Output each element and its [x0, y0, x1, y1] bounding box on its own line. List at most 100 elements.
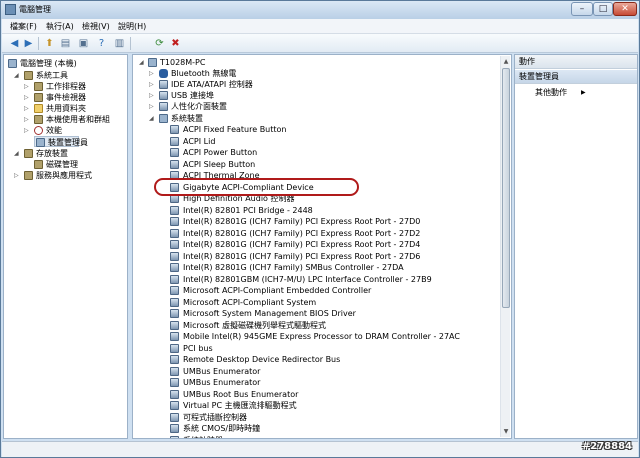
uninstall-icon[interactable]: ✖: [169, 37, 182, 50]
system-device-icon: [170, 274, 179, 284]
expand-arrow-icon[interactable]: ▷: [24, 92, 29, 103]
properties-icon[interactable]: ▣: [77, 37, 90, 50]
device-label: UMBus Root Bus Enumerator: [183, 389, 299, 399]
device-label: Microsoft System Management BIOS Driver: [183, 309, 356, 318]
device-label: ACPI Lid: [183, 136, 216, 146]
device-label: 可程式插斷控制器: [183, 412, 247, 422]
system-device-icon: [170, 332, 179, 341]
actions-pane: 動作 裝置管理員 其他動作 ▶: [514, 54, 638, 439]
navigation-tree: 電腦管理 (本機) ◢ 系統工具 ▷ 工作排程器 ▷ 事件檢視器 ▷ 共用資料夾…: [3, 54, 128, 439]
device-label: Intel(R) 82801G (ICH7 Family) PCI Expres…: [183, 251, 421, 261]
collapse-arrow-icon[interactable]: ◢: [149, 113, 154, 124]
menu-view[interactable]: 檢視(V): [82, 21, 110, 32]
usb-icon: [159, 91, 168, 100]
services-icon: [24, 171, 33, 180]
close-button[interactable]: ✕: [613, 2, 637, 16]
system-device-icon: [170, 205, 179, 215]
device-label: Microsoft ACPI-Compliant Embedded Contro…: [183, 286, 372, 295]
expand-arrow-icon[interactable]: ▷: [149, 90, 154, 101]
event-viewer-icon: [34, 93, 43, 102]
forward-icon[interactable]: ▶: [22, 37, 35, 50]
collapse-arrow-icon[interactable]: ◢: [14, 70, 19, 81]
system-device-icon: [170, 389, 179, 399]
clock-icon: [34, 82, 43, 91]
tree-item-device-manager[interactable]: 裝置管理員: [34, 136, 88, 147]
toolbar: ◀ ▶ ⬆ ▤ ▣ ? ▥ ⟳ ✖: [2, 34, 638, 53]
chevron-right-icon: ▶: [581, 89, 586, 96]
watermark: #278884: [581, 441, 632, 452]
system-device-icon: [170, 286, 179, 295]
expand-arrow-icon[interactable]: ▷: [24, 125, 29, 136]
performance-icon: [34, 126, 43, 135]
scan-hardware-icon[interactable]: ⟳: [153, 37, 166, 50]
actions-header: 動作: [515, 55, 637, 69]
shared-folder-icon: [34, 104, 43, 113]
system-device-icon: [170, 378, 179, 387]
device-tree: ◢ T1028M-PC ▷ Bluetooth 無線電 ▷ IDE ATA/AT…: [132, 54, 512, 439]
tools-icon: [24, 71, 33, 80]
system-device-icon: [170, 435, 179, 438]
expand-arrow-icon[interactable]: ▷: [24, 114, 29, 125]
system-device-icon: [170, 355, 179, 364]
scroll-thumb[interactable]: [502, 68, 510, 308]
device-label: Mobile Intel(R) 945GME Express Processor…: [183, 332, 460, 341]
storage-icon: [24, 149, 33, 158]
device-label: Intel(R) 82801G (ICH7 Family) PCI Expres…: [183, 240, 421, 249]
collapse-arrow-icon[interactable]: ◢: [14, 148, 19, 159]
system-device-icon: [170, 148, 179, 157]
system-device-icon: [170, 343, 179, 353]
bluetooth-icon: [159, 69, 168, 78]
system-device-icon: [170, 401, 179, 410]
action-icon[interactable]: ▥: [113, 37, 126, 50]
help-icon[interactable]: ?: [95, 37, 108, 50]
device-label: UMBus Enumerator: [183, 378, 261, 387]
menu-file[interactable]: 檔案(F): [10, 21, 37, 32]
device-label: Intel(R) 82801GBM (ICH7-M/U) LPC Interfa…: [183, 274, 432, 284]
expand-arrow-icon[interactable]: ▷: [149, 79, 154, 90]
device-label: PCI bus: [183, 343, 213, 353]
device-label: Microsoft ACPI-Compliant System: [183, 297, 317, 307]
scroll-up-icon[interactable]: ▲: [502, 57, 510, 66]
status-bar: [2, 441, 638, 457]
maximize-button[interactable]: □: [593, 2, 613, 16]
expand-arrow-icon[interactable]: ▷: [24, 81, 29, 92]
actions-section-device-manager[interactable]: 裝置管理員: [515, 70, 637, 84]
minimize-button[interactable]: –: [571, 2, 593, 16]
system-device-icon: [170, 263, 179, 272]
system-device-icon: [170, 217, 179, 226]
device-label: UMBus Enumerator: [183, 366, 261, 376]
show-hide-tree-icon[interactable]: ▤: [59, 37, 72, 50]
system-device-icon: [170, 251, 179, 261]
device-label: ACPI Power Button: [183, 148, 258, 157]
collapse-arrow-icon[interactable]: ◢: [139, 57, 144, 68]
device-label: Intel(R) 82801 PCI Bridge - 2448: [183, 205, 313, 215]
expand-arrow-icon[interactable]: ▷: [149, 68, 154, 79]
device-label: 系統計時器: [183, 435, 223, 439]
title-bar[interactable]: 電腦管理 – □ ✕: [1, 1, 639, 19]
menu-action[interactable]: 執行(A): [46, 21, 74, 32]
ide-controller-icon: [159, 80, 168, 89]
back-icon[interactable]: ◀: [8, 37, 21, 50]
hid-icon: [159, 102, 168, 111]
device-label: Intel(R) 82801G (ICH7 Family) SMBus Cont…: [183, 263, 404, 272]
highlight-annotation: [154, 178, 359, 196]
scroll-down-icon[interactable]: ▼: [502, 427, 510, 436]
system-device-icon: [170, 240, 179, 249]
expand-arrow-icon[interactable]: ▷: [14, 170, 19, 181]
expand-arrow-icon[interactable]: ▷: [149, 101, 154, 112]
vertical-scrollbar[interactable]: ▲ ▼: [500, 56, 510, 437]
system-device-icon: [170, 412, 179, 422]
menu-help[interactable]: 說明(H): [118, 21, 146, 32]
expand-arrow-icon[interactable]: ▷: [24, 103, 29, 114]
system-device-icon: [170, 228, 179, 238]
window-title: 電腦管理: [19, 5, 51, 14]
computer-management-window: 電腦管理 – □ ✕ 檔案(F) 執行(A) 檢視(V) 說明(H) ◀ ▶ ⬆…: [0, 0, 640, 458]
up-icon[interactable]: ⬆: [43, 37, 56, 50]
device-label: ACPI Fixed Feature Button: [183, 125, 287, 134]
users-icon: [34, 115, 43, 124]
device-label: 系統 CMOS/即時時鐘: [183, 424, 261, 433]
device-label: Remote Desktop Device Redirector Bus: [183, 355, 341, 364]
disk-icon: [34, 160, 43, 169]
device-label: Microsoft 虛擬磁碟機列舉程式驅動程式: [183, 320, 326, 330]
system-devices-icon: [159, 114, 168, 123]
